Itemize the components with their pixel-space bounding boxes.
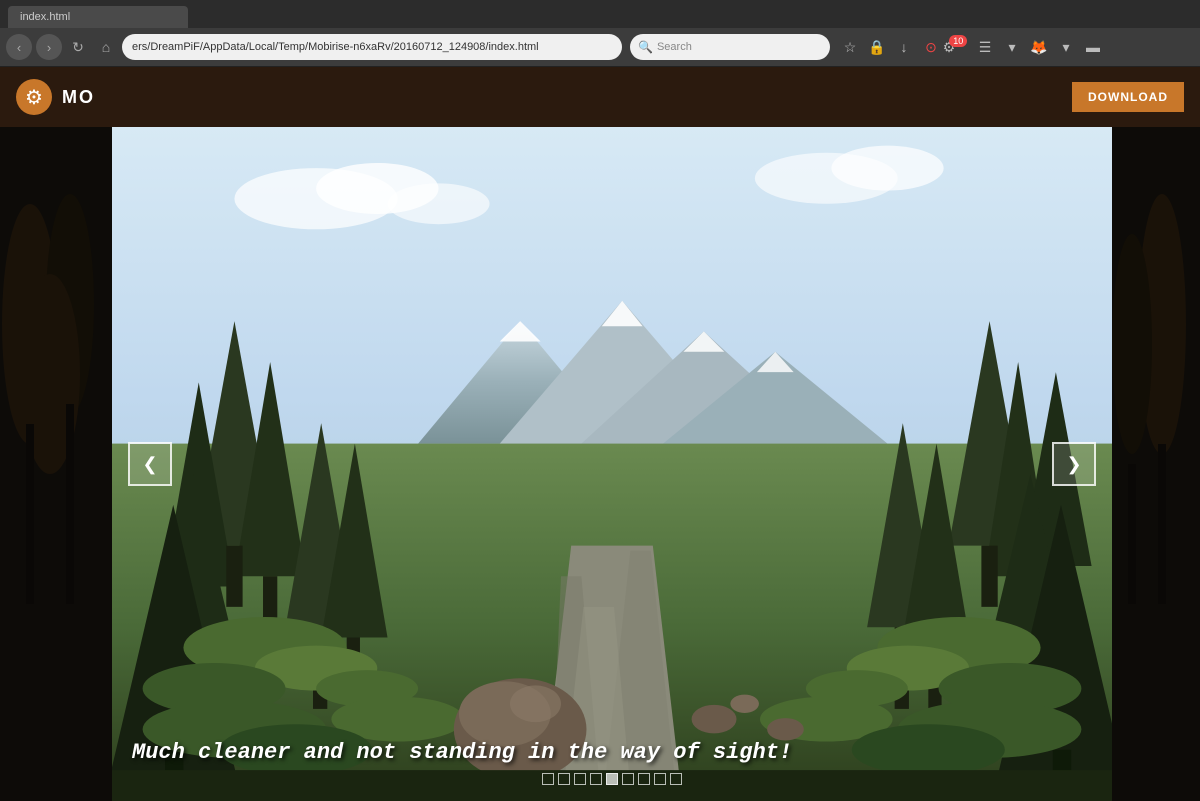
- slide-dots: [542, 773, 682, 785]
- slide-dot-2[interactable]: [558, 773, 570, 785]
- notification-badge: 10: [949, 35, 967, 47]
- app-name: MO: [62, 87, 95, 108]
- slide-dot-7[interactable]: [638, 773, 650, 785]
- forward-button[interactable]: ›: [36, 34, 62, 60]
- lock-icon: 🔒: [868, 39, 885, 56]
- opera-button[interactable]: ⊙: [919, 35, 943, 59]
- left-panel-svg: [0, 127, 112, 801]
- slider-next-button[interactable]: ❯: [1052, 442, 1096, 486]
- back-icon: ‹: [17, 40, 21, 55]
- menu-button[interactable]: ☰: [973, 35, 997, 59]
- download-toolbar-button[interactable]: ↓: [892, 35, 916, 59]
- next-icon: ❯: [1066, 454, 1081, 475]
- slide-caption: Much cleaner and not standing in the way…: [112, 740, 1112, 765]
- star-button[interactable]: ☆: [838, 35, 862, 59]
- lock-button[interactable]: 🔒: [865, 35, 889, 59]
- star-icon: ☆: [844, 39, 857, 56]
- gear-icon: ⚙: [25, 85, 43, 110]
- caption-text: Much cleaner and not standing in the way…: [132, 740, 792, 765]
- slide-dot-1[interactable]: [542, 773, 554, 785]
- monitor-button[interactable]: ▬: [1081, 35, 1105, 59]
- toolbar-icons: ☆ 🔒 ↓ ⊙ ⚙ 10 ☰ ▾ 🦊: [838, 35, 1105, 59]
- download-icon: ↓: [901, 39, 908, 55]
- monitor-icon: ▬: [1086, 39, 1100, 55]
- prev-icon: ❮: [142, 454, 157, 475]
- side-panel-right: [1112, 127, 1200, 801]
- addon-button[interactable]: 🦊: [1027, 35, 1051, 59]
- search-box[interactable]: 🔍 Search: [630, 34, 830, 60]
- more-button[interactable]: ▾: [1000, 35, 1024, 59]
- app-header-right: DOWNLOAD: [1072, 82, 1184, 112]
- slide-dot-9[interactable]: [670, 773, 682, 785]
- extra-icon: ▾: [1062, 39, 1069, 56]
- slider-prev-button[interactable]: ❮: [128, 442, 172, 486]
- reload-icon: ↻: [72, 39, 84, 56]
- tab-label: index.html: [20, 11, 70, 23]
- main-content: ⚙ MO DOWNLOAD: [0, 67, 1200, 801]
- app-logo-icon: ⚙: [16, 79, 52, 115]
- menu-icon: ☰: [979, 39, 992, 56]
- browser-tab[interactable]: index.html: [8, 6, 188, 28]
- side-panel-left: [0, 127, 112, 801]
- addon-icon: 🦊: [1030, 39, 1047, 56]
- slide-dot-4[interactable]: [590, 773, 602, 785]
- slide-dot-3[interactable]: [574, 773, 586, 785]
- slide-scene-svg: [112, 127, 1112, 801]
- more-icon: ▾: [1008, 39, 1015, 56]
- address-bar[interactable]: ers/DreamPiF/AppData/Local/Temp/Mobirise…: [122, 34, 622, 60]
- extensions-button[interactable]: ⚙ 10: [946, 35, 970, 59]
- home-icon: ⌂: [102, 39, 110, 55]
- reload-button[interactable]: ↻: [66, 35, 90, 59]
- app-download-button[interactable]: DOWNLOAD: [1072, 82, 1184, 112]
- search-icon: 🔍: [638, 40, 653, 54]
- right-panel-svg: [1112, 127, 1200, 801]
- slide-dot-6[interactable]: [622, 773, 634, 785]
- address-text: ers/DreamPiF/AppData/Local/Temp/Mobirise…: [132, 41, 539, 53]
- browser-chrome: index.html ‹ › ↻ ⌂ ers/DreamPiF/AppData/…: [0, 0, 1200, 67]
- slide-dot-5[interactable]: [606, 773, 618, 785]
- slide-dot-8[interactable]: [654, 773, 666, 785]
- opera-icon: ⊙: [925, 39, 937, 56]
- forward-icon: ›: [47, 40, 51, 55]
- boulder: [454, 678, 587, 780]
- browser-toolbar: ‹ › ↻ ⌂ ers/DreamPiF/AppData/Local/Temp/…: [0, 28, 1200, 66]
- search-placeholder: Search: [657, 41, 692, 53]
- home-button[interactable]: ⌂: [94, 35, 118, 59]
- extra-button[interactable]: ▾: [1054, 35, 1078, 59]
- slider-container: ❮ ❯ Much cleaner and not standing in the…: [112, 127, 1112, 801]
- browser-tabs: index.html: [0, 0, 1200, 28]
- app-header: ⚙ MO DOWNLOAD: [0, 67, 1200, 127]
- back-button[interactable]: ‹: [6, 34, 32, 60]
